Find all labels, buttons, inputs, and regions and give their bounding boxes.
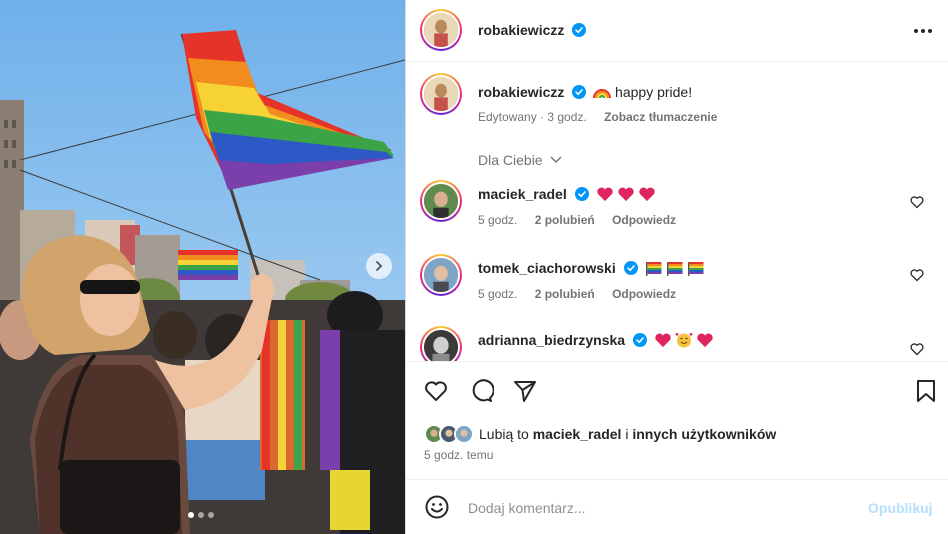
verified-badge-icon <box>572 23 587 37</box>
commenter-avatar[interactable] <box>420 180 462 222</box>
author-avatar-image <box>424 13 458 47</box>
comment-time: 5 godz. <box>478 213 518 227</box>
likes-others-link[interactable]: innych użytkowników <box>632 426 776 442</box>
verified-badge-icon <box>623 261 638 275</box>
comment-text: tomek_ciachorowski <box>478 260 705 276</box>
like-button-heart-icon[interactable] <box>423 378 449 404</box>
red-heart-icon <box>638 187 655 201</box>
comment-likes-count[interactable]: 2 polubień <box>535 287 595 301</box>
red-heart-icon <box>655 333 671 347</box>
caption-message: happy pride! <box>615 84 693 100</box>
commenter-avatar-image <box>424 184 458 218</box>
comment-bubble-icon[interactable] <box>468 378 494 404</box>
rainbow-flag-icon <box>687 262 704 276</box>
comment-filter-dropdown[interactable]: Dla Ciebie <box>478 152 562 168</box>
more-options-button[interactable] <box>910 18 936 44</box>
smiling-face-with-hearts-icon <box>675 333 693 348</box>
liker-avatar <box>454 424 474 444</box>
red-heart-icon <box>617 187 634 201</box>
liker-username[interactable]: maciek_radel <box>533 426 622 442</box>
like-comment-icon[interactable] <box>910 342 924 356</box>
comment-time: 5 godz. <box>478 287 518 301</box>
caption-author-avatar[interactable] <box>420 73 462 115</box>
likes-prefix: Lubią to <box>479 426 529 442</box>
next-photo-button[interactable] <box>366 253 392 279</box>
red-heart-icon <box>596 187 613 201</box>
see-translation-link[interactable]: Zobacz tłumaczenie <box>604 110 717 124</box>
publish-button[interactable]: Opublikuj <box>868 500 933 516</box>
like-comment-icon[interactable] <box>910 268 924 282</box>
comment-likes-count[interactable]: 2 polubień <box>535 213 595 227</box>
chevron-right-icon <box>376 261 383 271</box>
likes-summary[interactable]: Lubią to maciek_radel i innych użytkowni… <box>424 424 776 444</box>
save-bookmark-icon[interactable] <box>913 378 939 404</box>
share-paper-plane-icon[interactable] <box>512 378 538 404</box>
commenter-avatar-image <box>424 258 458 292</box>
caption-author-avatar-image <box>424 77 458 111</box>
comment-meta: 5 godz. 2 polubień Odpowiedz <box>478 287 676 301</box>
verified-badge-icon <box>632 333 647 347</box>
comments-section[interactable]: robakiewiczz happy pride! Edytowany · 3 … <box>406 63 948 361</box>
commenter-avatar-image <box>424 330 458 361</box>
comment-text: maciek_radel <box>478 186 656 202</box>
comment-filter-label[interactable]: Dla Ciebie <box>478 152 543 168</box>
caption-meta: Edytowany · 3 godz. Zobacz tłumaczenie <box>478 110 717 124</box>
more-horizontal-icon <box>914 29 932 33</box>
commenter-username[interactable]: maciek_radel <box>478 186 567 202</box>
rainbow-icon <box>593 89 612 99</box>
reply-button[interactable]: Odpowiedz <box>612 213 676 227</box>
like-comment-icon[interactable] <box>910 195 924 209</box>
caption-edited-time: Edytowany · 3 godz. <box>478 110 587 124</box>
commenter-avatar[interactable] <box>420 326 462 361</box>
carousel-dot <box>208 512 214 518</box>
commenter-username[interactable]: adrianna_biedrzynska <box>478 332 625 348</box>
post-actions: Lubią to maciek_radel i innych użytkowni… <box>406 361 948 479</box>
carousel-indicator <box>188 512 214 518</box>
comment-meta: 5 godz. 2 polubień Odpowiedz <box>478 213 676 227</box>
comment-input[interactable] <box>468 497 848 519</box>
author-avatar[interactable] <box>420 9 462 51</box>
photo-illustration <box>0 0 405 534</box>
emoji-smiley-icon[interactable] <box>424 494 450 520</box>
carousel-dot <box>198 512 204 518</box>
comment-text: adrianna_biedrzynska <box>478 332 714 348</box>
add-comment-bar: Opublikuj <box>406 479 948 534</box>
likes-summary-text: Lubią to maciek_radel i innych użytkowni… <box>479 426 776 442</box>
chevron-down-icon <box>550 156 562 163</box>
rainbow-flag-icon <box>666 262 683 276</box>
author-username[interactable]: robakiewiczz <box>478 22 587 38</box>
verified-badge-icon <box>572 85 587 99</box>
post-timestamp: 5 godz. temu <box>424 448 494 462</box>
commenter-username[interactable]: tomek_ciachorowski <box>478 260 616 276</box>
caption-text: robakiewiczz happy pride! <box>478 84 692 100</box>
likes-connector: i <box>625 426 629 442</box>
rainbow-flag-icon <box>645 262 662 276</box>
commenter-avatar[interactable] <box>420 254 462 296</box>
verified-badge-icon <box>574 187 589 201</box>
author-username-text[interactable]: robakiewiczz <box>478 22 564 38</box>
caption-username[interactable]: robakiewiczz <box>478 84 564 100</box>
carousel-dot-active <box>188 512 194 518</box>
red-heart-icon <box>697 333 713 347</box>
post-sidebar: robakiewiczz robakiewiczz happy pride! E… <box>405 0 948 534</box>
post-photo[interactable] <box>0 0 405 534</box>
reply-button[interactable]: Odpowiedz <box>612 287 676 301</box>
post-header: robakiewiczz <box>406 0 948 62</box>
